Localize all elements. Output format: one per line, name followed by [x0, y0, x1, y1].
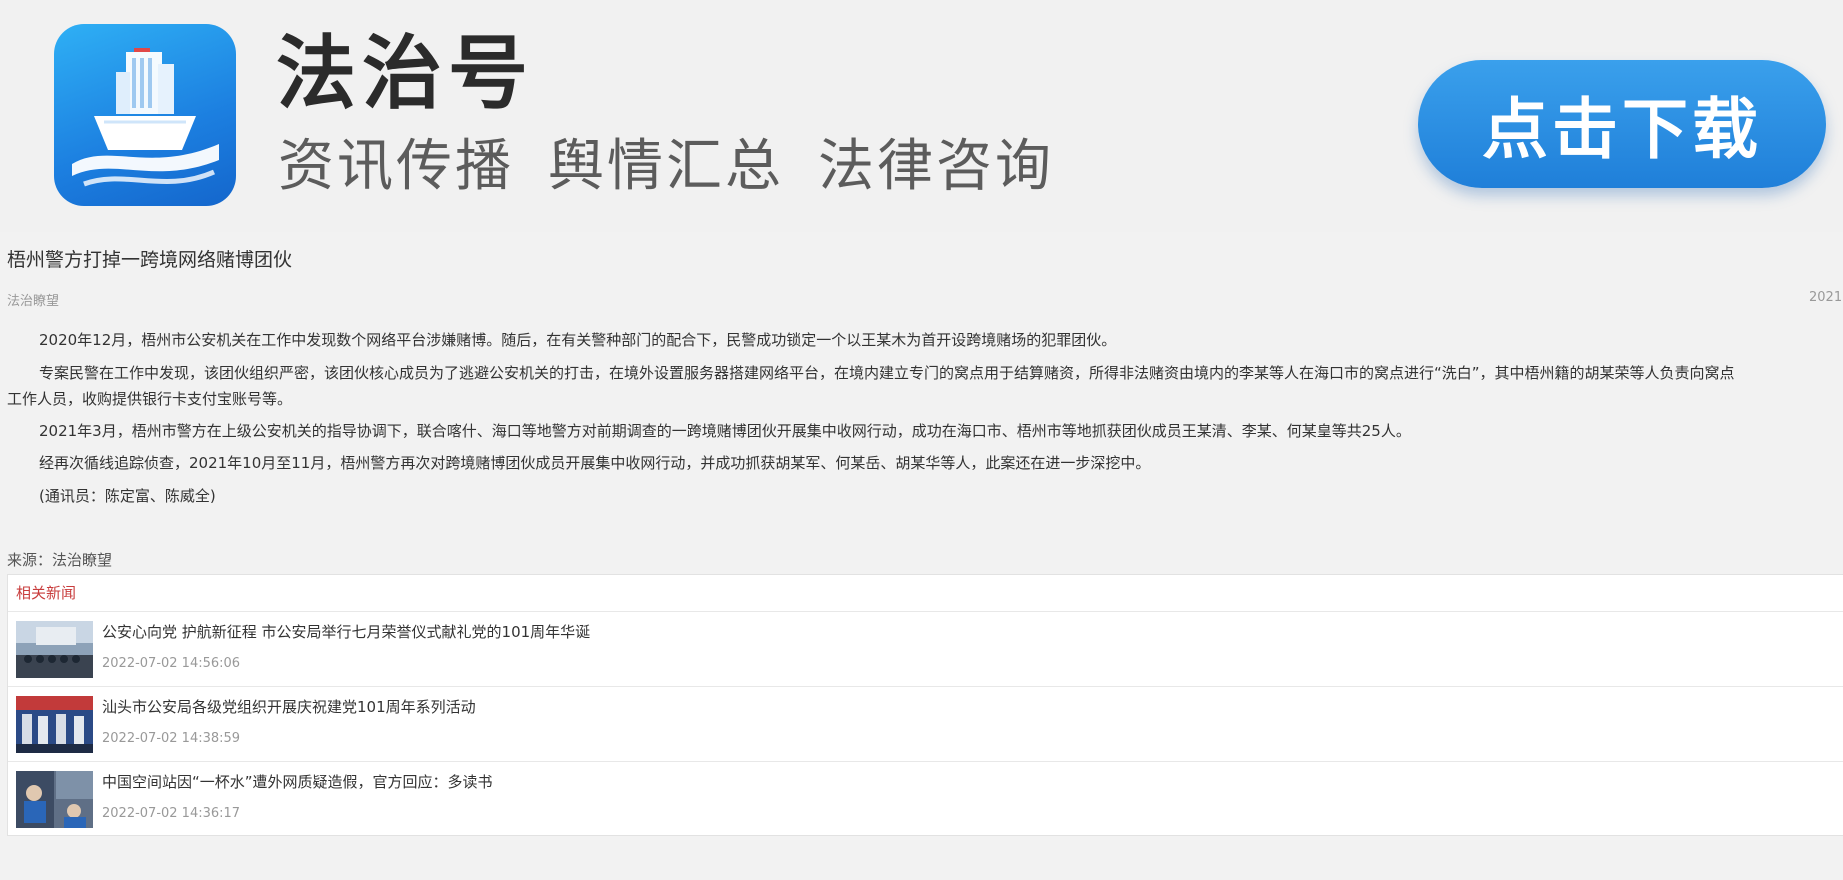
related-news-item[interactable]: 汕头市公安局各级党组织开展庆祝建党101周年系列活动 2022-07-02 14…	[8, 687, 1843, 762]
source-line: 来源：法治瞭望	[7, 551, 113, 569]
slogan-item: 法律咨询	[818, 134, 1054, 199]
news-time: 2022-07-02 14:38:59	[102, 731, 241, 746]
news-title[interactable]: 汕头市公安局各级党组织开展庆祝建党101周年系列活动	[102, 696, 476, 717]
news-title[interactable]: 中国空间站因“一杯水”遭外网质疑造假，官方回应：多读书	[102, 771, 493, 792]
slogan: 资讯传播 舆情汇总 法律咨询	[278, 132, 1054, 202]
related-news-item[interactable]: 公安心向党 护航新征程 市公安局举行七月荣誉仪式献礼党的101周年华诞 2022…	[8, 612, 1843, 687]
related-news-panel: 相关新闻 公安心向党 护航新征程 市公安局举行七月荣誉仪式献礼党的101周年华诞…	[7, 574, 1843, 836]
article-paragraph: (通讯员：陈定富、陈威全)	[39, 487, 216, 505]
article-paragraph: 专案民警在工作中发现，该团伙组织严密，该团伙核心成员为了逃避公安机关的打击，在境…	[7, 360, 1843, 412]
slogan-item: 资讯传播	[278, 134, 514, 199]
related-news-header: 相关新闻	[8, 575, 1843, 612]
news-thumbnail	[16, 621, 93, 678]
article-paragraph: 2020年12月，梧州市公安机关在工作中发现数个网络平台涉嫌赌博。随后，在有关警…	[39, 331, 1117, 349]
brand-name: 法治号	[276, 27, 534, 120]
article-source-tag: 法治瞭望	[7, 294, 60, 309]
slogan-item: 舆情汇总	[548, 134, 784, 199]
download-button[interactable]: 点击下载	[1418, 60, 1826, 188]
app-download-banner[interactable]: 法治号 资讯传播 舆情汇总 法律咨询 点击下载	[0, 0, 1843, 232]
paragraph-line: 专案民警在工作中发现，该团伙组织严密，该团伙核心成员为了逃避公安机关的打击，在境…	[39, 364, 1735, 382]
article-date: 2021	[1809, 290, 1843, 305]
article-paragraph: 经再次循线追踪侦查，2021年10月至11月，梧州警方再次对跨境赌博团伙成员开展…	[39, 454, 1151, 472]
news-thumbnail	[16, 771, 93, 828]
related-news-item[interactable]: 中国空间站因“一杯水”遭外网质疑造假，官方回应：多读书 2022-07-02 1…	[8, 762, 1843, 836]
news-title[interactable]: 公安心向党 护航新征程 市公安局举行七月荣誉仪式献礼党的101周年华诞	[102, 621, 590, 642]
news-thumbnail	[16, 696, 93, 753]
news-time: 2022-07-02 14:36:17	[102, 806, 241, 821]
article-title: 梧州警方打掉一跨境网络赌博团伙	[7, 249, 293, 271]
paragraph-line: 工作人员，收购提供银行卡支付宝账号等。	[7, 390, 293, 408]
article-paragraph: 2021年3月，梧州市警方在上级公安机关的指导协调下，联合喀什、海口等地警方对前…	[39, 422, 1411, 440]
news-time: 2022-07-02 14:56:06	[102, 656, 241, 671]
app-logo-icon	[54, 24, 236, 206]
